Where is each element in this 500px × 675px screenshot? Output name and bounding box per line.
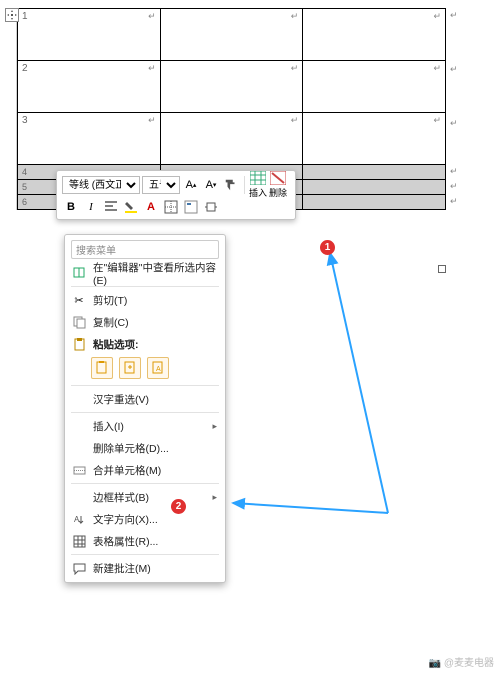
font-family-select[interactable]: 等线 (西文正文) xyxy=(62,176,140,194)
scissors-icon: ✂ xyxy=(71,292,87,308)
paste-options-row: A xyxy=(65,355,225,383)
menu-item-new-comment[interactable]: 新建批注(M) xyxy=(65,557,225,579)
decrease-font-button[interactable]: A▾ xyxy=(202,176,220,194)
para-mark-icon: ↵ xyxy=(291,115,299,126)
paste-merge-button[interactable] xyxy=(119,357,141,379)
bold-button[interactable]: B xyxy=(62,198,80,216)
menu-item-border-styles[interactable]: 边框样式(B)▸ xyxy=(65,486,225,508)
menu-search-input[interactable]: 搜索菜单 xyxy=(71,240,219,259)
menu-item-delete-cells[interactable]: 删除单元格(D)... xyxy=(65,437,225,459)
paste-text-only-button[interactable]: A xyxy=(147,357,169,379)
menu-item-lookup[interactable]: 在"编辑器"中查看所选内容(E) xyxy=(65,262,225,284)
para-mark-icon: ↵ xyxy=(450,181,458,192)
para-mark-icon: ↵ xyxy=(450,196,458,207)
copy-icon xyxy=(71,314,87,330)
para-mark-icon: ↵ xyxy=(291,11,299,22)
italic-button[interactable]: I xyxy=(82,198,100,216)
table-row[interactable]: 2 ↵ ↵ ↵ xyxy=(18,61,446,113)
merge-icon xyxy=(71,462,87,478)
annotation-badge-1: 1 xyxy=(320,240,335,255)
menu-item-insert[interactable]: 插入(I)▸ xyxy=(65,415,225,437)
para-mark-icon: ↵ xyxy=(450,166,458,177)
highlight-button[interactable] xyxy=(122,198,140,216)
cell-label: 5 xyxy=(22,182,27,192)
context-menu: 搜索菜单 在"编辑器"中查看所选内容(E) ✂剪切(T) 复制(C) 粘贴选项:… xyxy=(64,234,226,583)
paste-keep-formatting-button[interactable] xyxy=(91,357,113,379)
cell-align-button[interactable] xyxy=(182,198,200,216)
para-mark-icon: ↵ xyxy=(433,115,441,126)
cell-label: 2 xyxy=(22,63,28,74)
annotation-arrow xyxy=(228,248,393,518)
para-mark-icon: ↵ xyxy=(433,63,441,74)
menu-item-paste-options: 粘贴选项: xyxy=(65,333,225,355)
para-mark-icon: ↵ xyxy=(433,11,441,22)
chevron-right-icon: ▸ xyxy=(212,421,217,432)
para-mark-icon: ↵ xyxy=(148,11,156,22)
cell-label: 4 xyxy=(22,167,27,177)
para-mark-icon: ↵ xyxy=(450,10,458,21)
increase-font-button[interactable]: A▴ xyxy=(182,176,200,194)
book-icon xyxy=(71,265,87,281)
autofit-button[interactable] xyxy=(202,198,220,216)
cell-label: 6 xyxy=(22,197,27,207)
watermark: 📷 @麦麦电器 xyxy=(429,654,494,669)
table-resize-handle[interactable] xyxy=(438,265,446,273)
cell-label: 1 xyxy=(22,11,28,22)
mini-toolbar: 等线 (西文正文) 五号 A▴ A▾ 插入 删除 B I A xyxy=(56,170,296,220)
format-painter-button[interactable] xyxy=(222,176,240,194)
paste-icon xyxy=(71,336,87,352)
para-mark-icon: ↵ xyxy=(450,118,458,129)
svg-text:A: A xyxy=(156,366,161,373)
menu-item-text-direction[interactable]: A文字方向(X)... xyxy=(65,508,225,530)
align-button[interactable] xyxy=(102,198,120,216)
svg-text:A: A xyxy=(74,515,80,524)
comment-icon xyxy=(71,560,87,576)
borders-button[interactable] xyxy=(162,198,180,216)
menu-item-cut[interactable]: ✂剪切(T) xyxy=(65,289,225,311)
annotation-badge-2: 2 xyxy=(171,499,186,514)
para-mark-icon: ↵ xyxy=(148,63,156,74)
table-row[interactable]: 3 ↵ ↵ ↵ xyxy=(18,113,446,165)
delete-table-button[interactable]: 删除 xyxy=(269,171,287,199)
menu-item-table-properties[interactable]: 表格属性(R)... xyxy=(65,530,225,552)
chevron-right-icon: ▸ xyxy=(212,492,217,503)
para-mark-icon: ↵ xyxy=(291,63,299,74)
table-row[interactable]: 1 ↵ ↵ ↵ xyxy=(18,9,446,61)
font-color-button[interactable]: A xyxy=(142,198,160,216)
text-direction-icon: A xyxy=(71,511,87,527)
menu-item-copy[interactable]: 复制(C) xyxy=(65,311,225,333)
menu-item-merge-cells[interactable]: 合并单元格(M) xyxy=(65,459,225,481)
font-size-select[interactable]: 五号 xyxy=(142,176,180,194)
table-properties-icon xyxy=(71,533,87,549)
insert-table-button[interactable]: 插入 xyxy=(249,171,267,199)
para-mark-icon: ↵ xyxy=(450,64,458,75)
para-mark-icon: ↵ xyxy=(148,115,156,126)
menu-item-ime[interactable]: 汉字重选(V) xyxy=(65,388,225,410)
cell-label: 3 xyxy=(22,115,28,126)
